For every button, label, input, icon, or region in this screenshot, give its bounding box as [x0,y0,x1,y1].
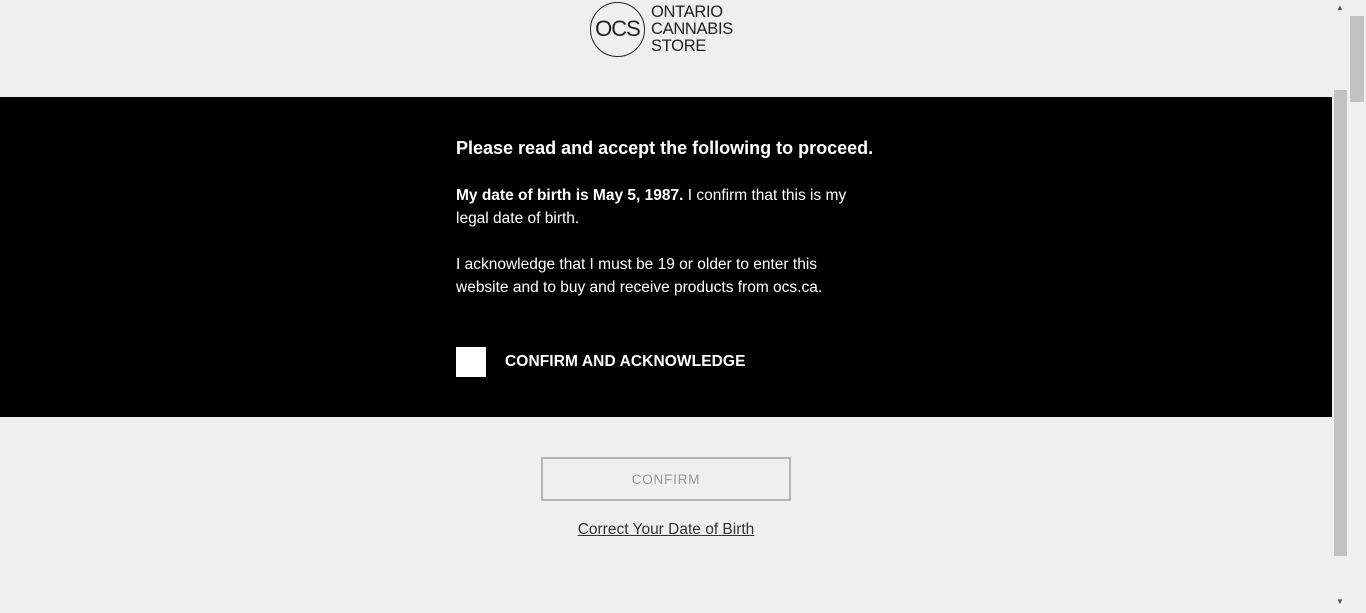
age-gate-panel: Please read and accept the following to … [0,97,1332,417]
logo-wordmark: ONTARIO CANNABIS STORE [651,2,733,55]
inner-scrollbar-thumb[interactable] [1334,90,1347,556]
page-scrollbar[interactable]: ▲ ▼ [1332,0,1366,613]
logo-line-1: ONTARIO [651,2,723,21]
dob-bold-text: My date of birth is May 5, 1987. [456,187,684,204]
confirm-acknowledge-row[interactable]: CONFIRM AND ACKNOWLEDGE [456,347,746,377]
ocs-logo[interactable]: OCS ONTARIO CANNABIS STORE [590,0,733,58]
logo-line-2: CANNABIS [651,19,733,38]
correct-dob-link[interactable]: Correct Your Date of Birth [541,521,791,539]
scrollbar-thumb[interactable] [1350,16,1364,102]
site-header: OCS ONTARIO CANNABIS STORE [0,0,1332,97]
scroll-up-arrow-icon[interactable]: ▲ [1336,3,1344,12]
logo-line-3: STORE [651,36,707,55]
age-acknowledgement: I acknowledge that I must be 19 or older… [456,256,823,296]
age-gate-heading: Please read and accept the following to … [456,138,874,158]
confirm-acknowledge-label[interactable]: CONFIRM AND ACKNOWLEDGE [505,353,746,371]
dob-statement: My date of birth is May 5, 1987. I confi… [456,184,866,230]
logo-monogram: OCS [590,1,645,57]
scroll-down-arrow-icon[interactable]: ▼ [1336,597,1344,606]
confirm-button[interactable]: CONFIRM [541,457,791,501]
confirm-acknowledge-checkbox[interactable] [456,347,486,377]
